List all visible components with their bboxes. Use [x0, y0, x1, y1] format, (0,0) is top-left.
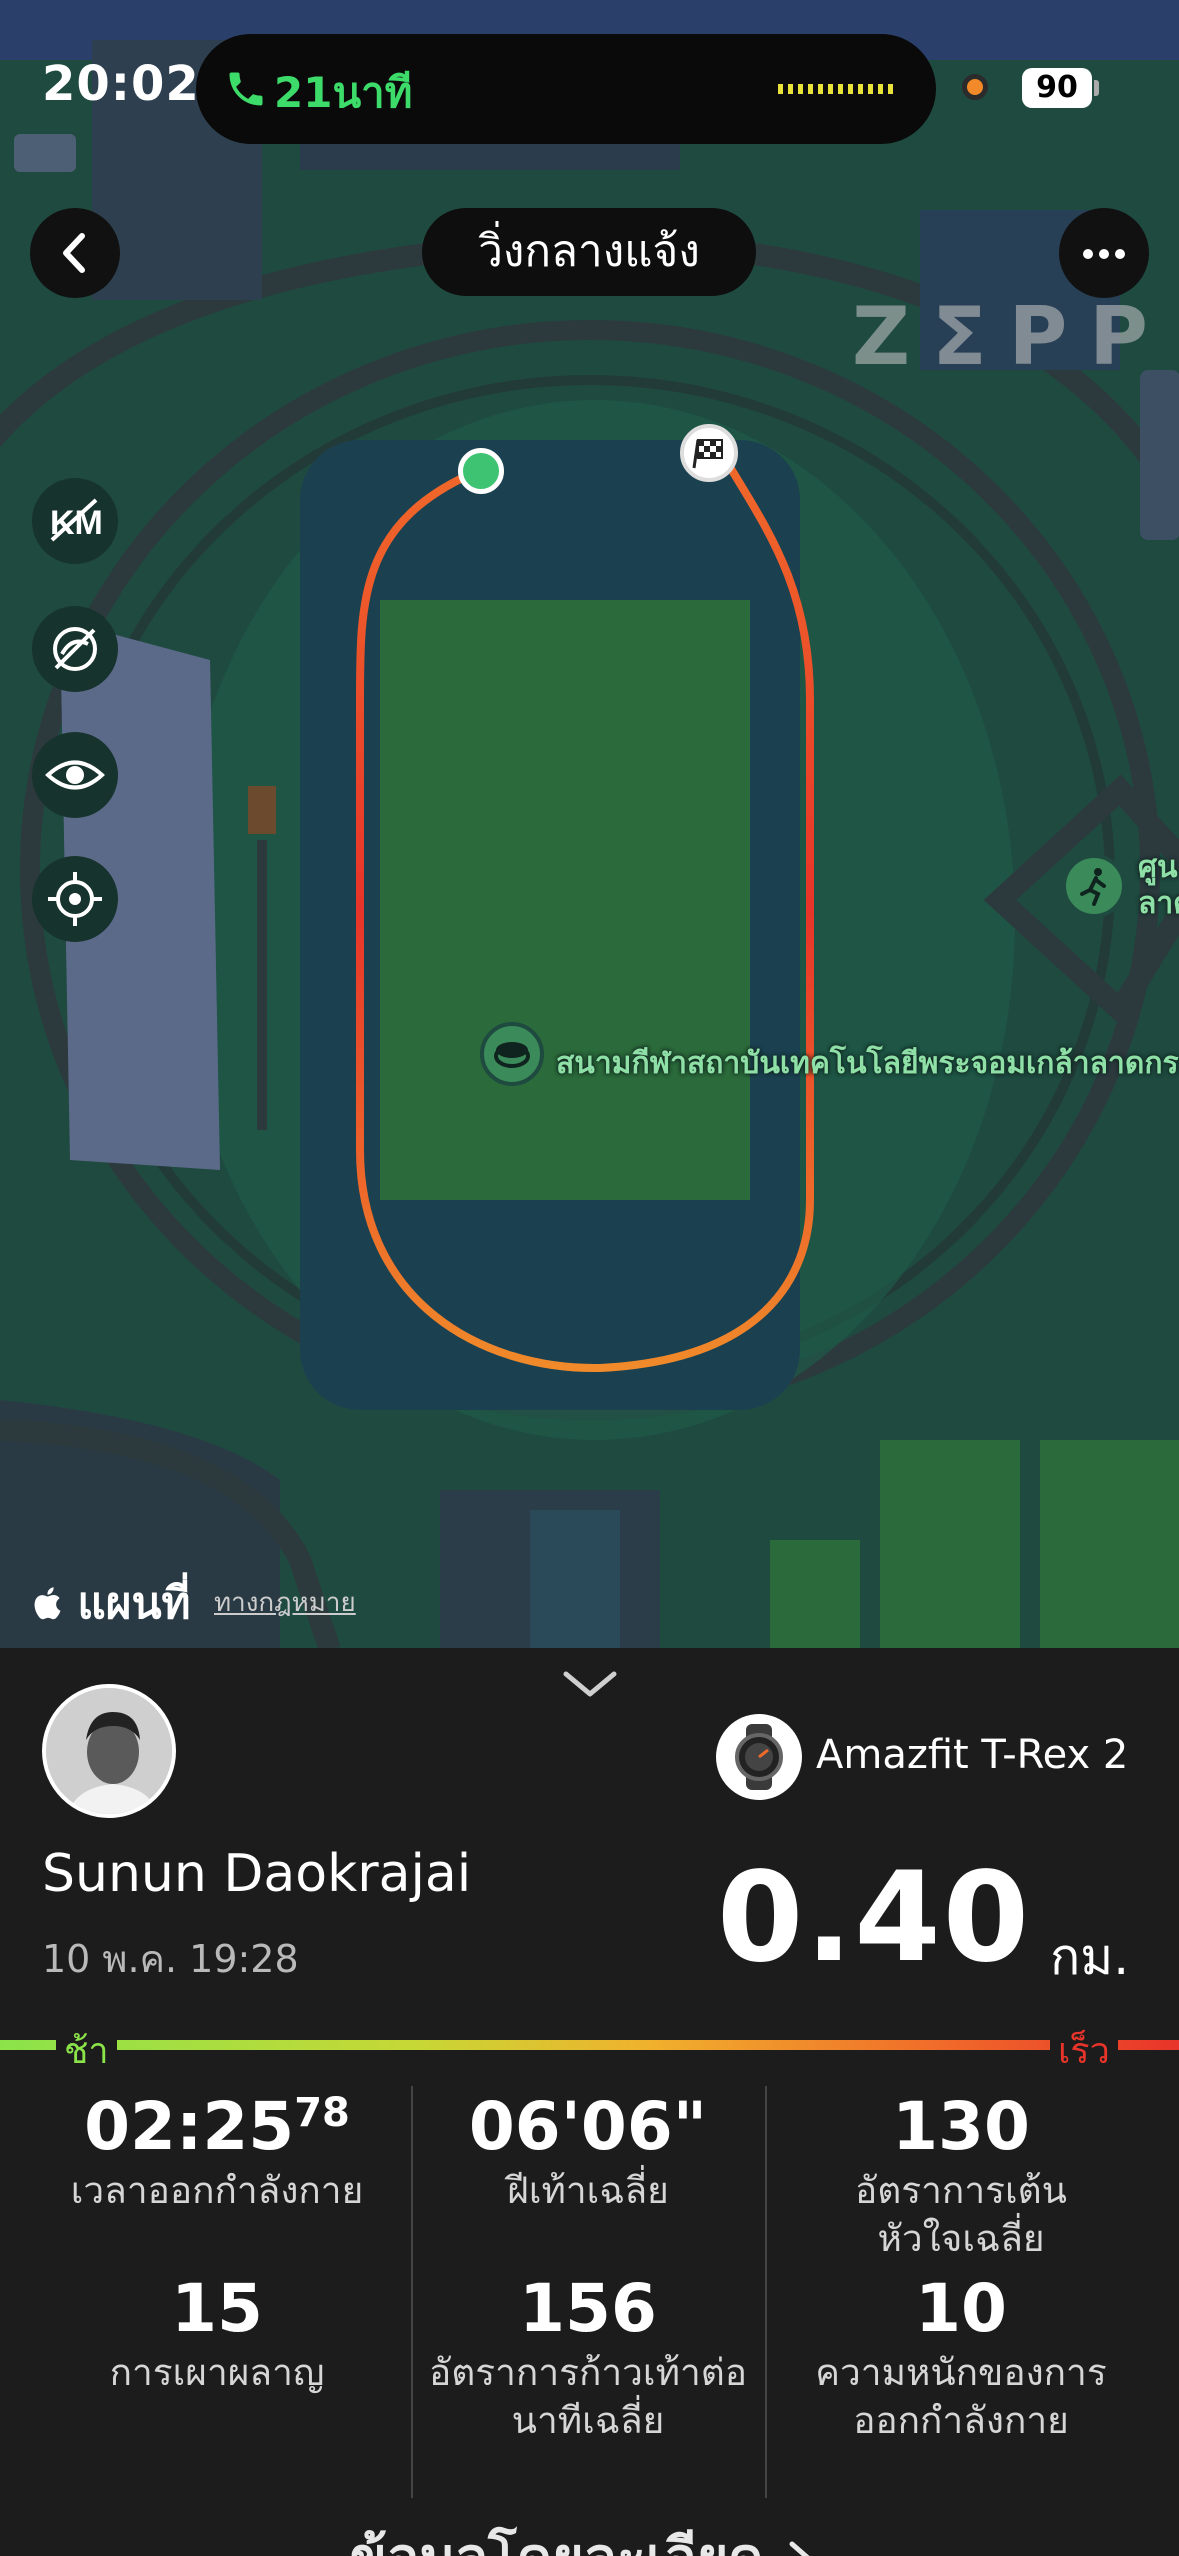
stat-value: 156 — [519, 2270, 657, 2347]
stat-duration: 02:2578 เวลาออกกำลังกาย — [22, 2088, 412, 2215]
status-time: 20:02 — [42, 56, 200, 112]
stat-calories: 15 การเผาผลาญ — [22, 2270, 412, 2397]
stat-label: ฝีเท้าเฉลี่ย — [507, 2169, 669, 2212]
stat-value: 02:2578 — [84, 2088, 350, 2165]
back-button[interactable] — [30, 208, 120, 298]
eye-icon — [45, 760, 105, 790]
unit-toggle-button[interactable]: KM — [32, 478, 118, 564]
avatar[interactable] — [42, 1684, 176, 1818]
stat-label: อัตราการเต้น หัวใจเฉลี่ย — [855, 2169, 1067, 2260]
stadium-poi-label[interactable]: สนามกีฬาสถาบันเทคโนโลยีพระจอมเกล้าลาดกระ — [556, 1040, 1179, 1087]
dot-icon — [1083, 249, 1093, 259]
stat-label: การเผาผลาญ — [109, 2351, 325, 2394]
apple-maps-text: แผนที่ — [77, 1578, 191, 1629]
audio-wave-icon — [778, 84, 896, 94]
workout-date: 10 พ.ค. 19:28 — [42, 1937, 299, 1981]
more-options-button[interactable] — [1059, 208, 1149, 298]
watch-icon — [716, 1714, 802, 1800]
chevron-down-icon[interactable] — [560, 1666, 620, 1700]
locate-button[interactable] — [32, 856, 118, 942]
visibility-button[interactable] — [32, 732, 118, 818]
call-duration: 21นาที — [274, 68, 413, 117]
workout-summary-panel: Amazfit T-Rex 2 Sunun Daokrajai 10 พ.ค. … — [0, 1648, 1179, 2556]
dot-icon — [1115, 249, 1125, 259]
stat-value: 130 — [892, 2088, 1030, 2165]
stat-label: เวลาออกกำลังกาย — [70, 2169, 364, 2212]
workout-type-title[interactable]: วิ่งกลางแจ้ง — [422, 208, 756, 296]
stat-value: 10 — [915, 2270, 1007, 2347]
distance-unit: กม. — [1050, 1928, 1130, 1986]
finish-flag-icon — [680, 424, 738, 482]
chevron-right-icon — [789, 2541, 810, 2556]
km-icon: KM — [50, 498, 103, 542]
pace-fast-label: เร็ว — [1050, 2022, 1118, 2079]
start-marker — [458, 448, 504, 494]
chevron-left-icon — [63, 233, 85, 273]
device-name[interactable]: Amazfit T-Rex 2 — [816, 1732, 1128, 1778]
details-link[interactable]: ข้อมูลโดยละเอียด — [350, 2514, 818, 2556]
dot-icon — [1099, 249, 1109, 259]
battery-indicator: 90 — [1022, 68, 1092, 108]
hide-track-button[interactable] — [32, 606, 118, 692]
running-center-poi-label[interactable]: ศูน ลาด — [1138, 850, 1179, 922]
hide-track-icon — [53, 627, 97, 671]
route-map[interactable]: 20:02 21นาที 90 วิ่งกลางแจ้ง ZΣPP KM สนา… — [0, 0, 1179, 1650]
pace-slow-label: ช้า — [56, 2022, 117, 2079]
stat-value: 06'06" — [468, 2088, 708, 2165]
running-center-poi-icon[interactable] — [1062, 854, 1126, 918]
dynamic-island-call[interactable]: 21นาที — [196, 34, 936, 144]
stat-avg-pace: 06'06" ฝีเท้าเฉลี่ย — [393, 2088, 783, 2215]
zepp-watermark: ZΣPP — [852, 290, 1170, 383]
locate-icon — [48, 872, 102, 926]
legal-link[interactable]: ทางกฎหมาย — [214, 1582, 356, 1623]
pace-gradient-bar — [0, 2040, 1179, 2050]
details-link-label: ข้อมูลโดยละเอียด — [350, 2526, 763, 2556]
stat-avg-heart-rate: 130 อัตราการเต้น หัวใจเฉลี่ย — [766, 2088, 1156, 2263]
stat-training-load: 10 ความหนักของการ ออกกำลังกาย — [766, 2270, 1156, 2445]
user-name: Sunun Daokrajai — [42, 1844, 472, 1904]
stat-label: ความหนักของการ ออกกำลังกาย — [815, 2351, 1107, 2442]
stat-label: อัตราการก้าวเท้าต่อ นาทีเฉลี่ย — [429, 2351, 747, 2442]
stat-avg-cadence: 156 อัตราการก้าวเท้าต่อ นาทีเฉลี่ย — [393, 2270, 783, 2445]
apple-logo-icon — [34, 1587, 61, 1620]
apple-maps-logo: แผนที่ — [30, 1568, 191, 1638]
battery-tip-icon — [1094, 80, 1099, 96]
stat-value: 15 — [171, 2270, 263, 2347]
distance-value: 0.40 — [717, 1846, 1031, 1990]
phone-icon — [229, 72, 263, 106]
privacy-indicator-icon — [962, 74, 988, 100]
stadium-poi-icon[interactable] — [480, 1022, 544, 1086]
